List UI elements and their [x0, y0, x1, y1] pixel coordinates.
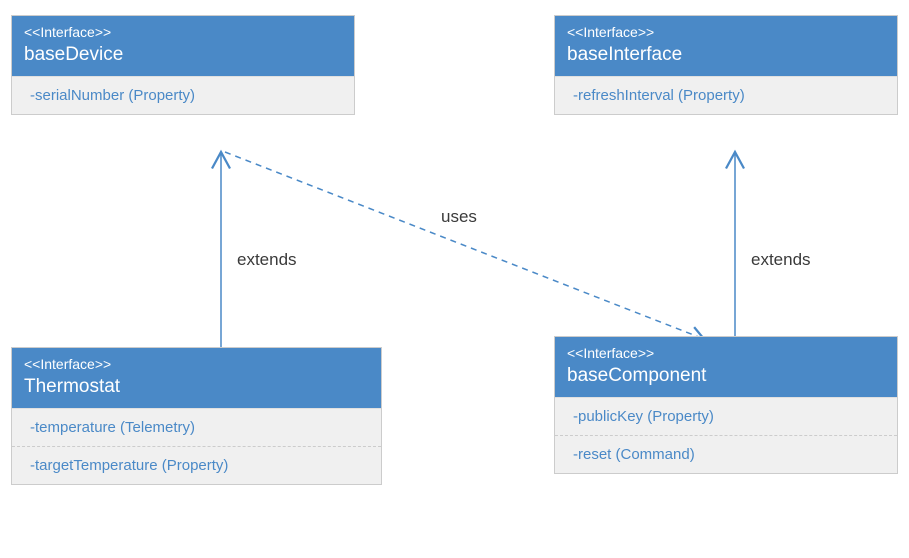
uml-property-publickey: -publicKey (Property)	[555, 397, 897, 435]
uml-box-basedevice: <<Interface>> baseDevice -serialNumber (…	[11, 15, 355, 115]
uml-body-baseinterface: -refreshInterval (Property)	[555, 76, 897, 114]
uml-property-serialnumber: -serialNumber (Property)	[12, 76, 354, 114]
classname-thermostat: Thermostat	[24, 376, 369, 398]
label-extends-left: extends	[237, 250, 297, 270]
uml-header-thermostat: <<Interface>> Thermostat	[12, 348, 381, 408]
label-uses: uses	[441, 207, 477, 227]
uml-header-basedevice: <<Interface>> baseDevice	[12, 16, 354, 76]
stereotype-label: <<Interface>>	[567, 345, 885, 361]
label-extends-right: extends	[751, 250, 811, 270]
classname-basedevice: baseDevice	[24, 44, 342, 66]
uml-body-basedevice: -serialNumber (Property)	[12, 76, 354, 114]
classname-baseinterface: baseInterface	[567, 44, 885, 66]
uml-property-refreshinterval: -refreshInterval (Property)	[555, 76, 897, 114]
stereotype-label: <<Interface>>	[24, 24, 342, 40]
uml-box-thermostat: <<Interface>> Thermostat -temperature (T…	[11, 347, 382, 485]
uml-box-basecomponent: <<Interface>> baseComponent -publicKey (…	[554, 336, 898, 474]
uml-header-baseinterface: <<Interface>> baseInterface	[555, 16, 897, 76]
uml-body-thermostat: -temperature (Telemetry) -targetTemperat…	[12, 408, 381, 484]
uml-header-basecomponent: <<Interface>> baseComponent	[555, 337, 897, 397]
uml-property-reset: -reset (Command)	[555, 435, 897, 473]
stereotype-label: <<Interface>>	[24, 356, 369, 372]
classname-basecomponent: baseComponent	[567, 365, 885, 387]
uml-property-targettemperature: -targetTemperature (Property)	[12, 446, 381, 484]
uses-arrow	[225, 152, 704, 339]
uml-body-basecomponent: -publicKey (Property) -reset (Command)	[555, 397, 897, 473]
stereotype-label: <<Interface>>	[567, 24, 885, 40]
uml-box-baseinterface: <<Interface>> baseInterface -refreshInte…	[554, 15, 898, 115]
uml-property-temperature: -temperature (Telemetry)	[12, 408, 381, 446]
